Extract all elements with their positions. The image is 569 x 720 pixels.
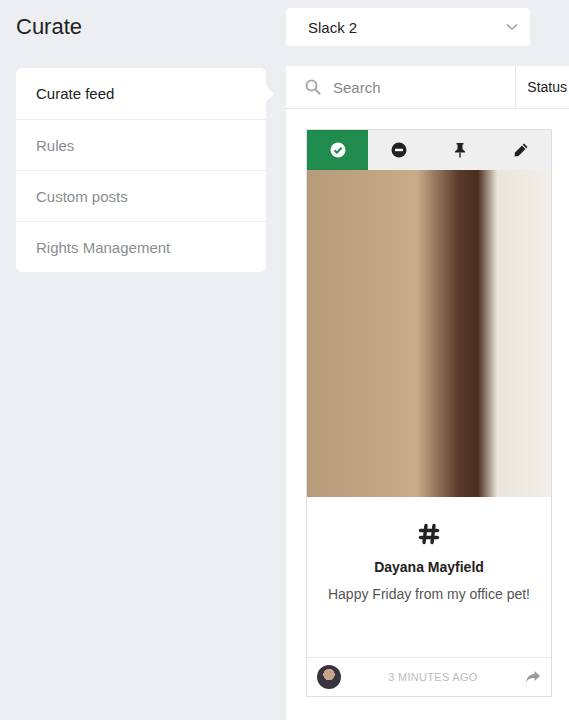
post-text: Happy Friday from my office pet! [328,585,530,604]
post-card: Dayana Mayfield Happy Friday from my offi… [306,129,552,697]
search-placeholder: Search [333,79,381,96]
feed-panel: Search Status Dayana Mayfield Happy Friday … [286,66,569,720]
post-photo [307,170,551,497]
sidebar-item[interactable]: Rules [16,119,266,170]
author-avatar [317,665,341,689]
minus-circle-icon [391,142,407,158]
chevron-down-icon [506,23,518,31]
dropdown-value: Slack 2 [308,19,357,36]
sidebar: Curate feed Rules Custom posts Rights Ma… [16,68,266,272]
post-author: Dayana Mayfield [374,559,484,575]
search-field[interactable]: Search [286,66,515,108]
search-bar: Search Status [286,66,569,109]
sidebar-item[interactable]: Custom posts [16,170,266,221]
edit-button[interactable] [490,130,551,170]
check-circle-icon [330,142,346,158]
pin-icon [453,142,467,158]
pin-button[interactable] [429,130,490,170]
pencil-icon [513,142,529,158]
approve-button[interactable] [307,130,368,170]
source-dropdown[interactable]: Slack 2 [286,8,530,46]
sidebar-item[interactable]: Curate feed [16,68,266,119]
slack-hashtag-icon [418,523,440,545]
search-icon [305,79,321,95]
active-pointer [266,86,274,102]
post-toolbar [307,130,551,170]
share-icon[interactable] [525,670,541,684]
status-filter[interactable]: Status [515,66,569,108]
post-time: 3 MINUTES AGO [388,671,477,683]
page-title: Curate [16,14,266,40]
post-body: Dayana Mayfield Happy Friday from my offi… [307,497,551,657]
post-footer: 3 MINUTES AGO [307,657,551,696]
curate-page: Curate Slack 2 Curate feed Rules Custom po… [0,0,569,720]
sidebar-item[interactable]: Rights Management [16,221,266,272]
hide-button[interactable] [368,130,429,170]
